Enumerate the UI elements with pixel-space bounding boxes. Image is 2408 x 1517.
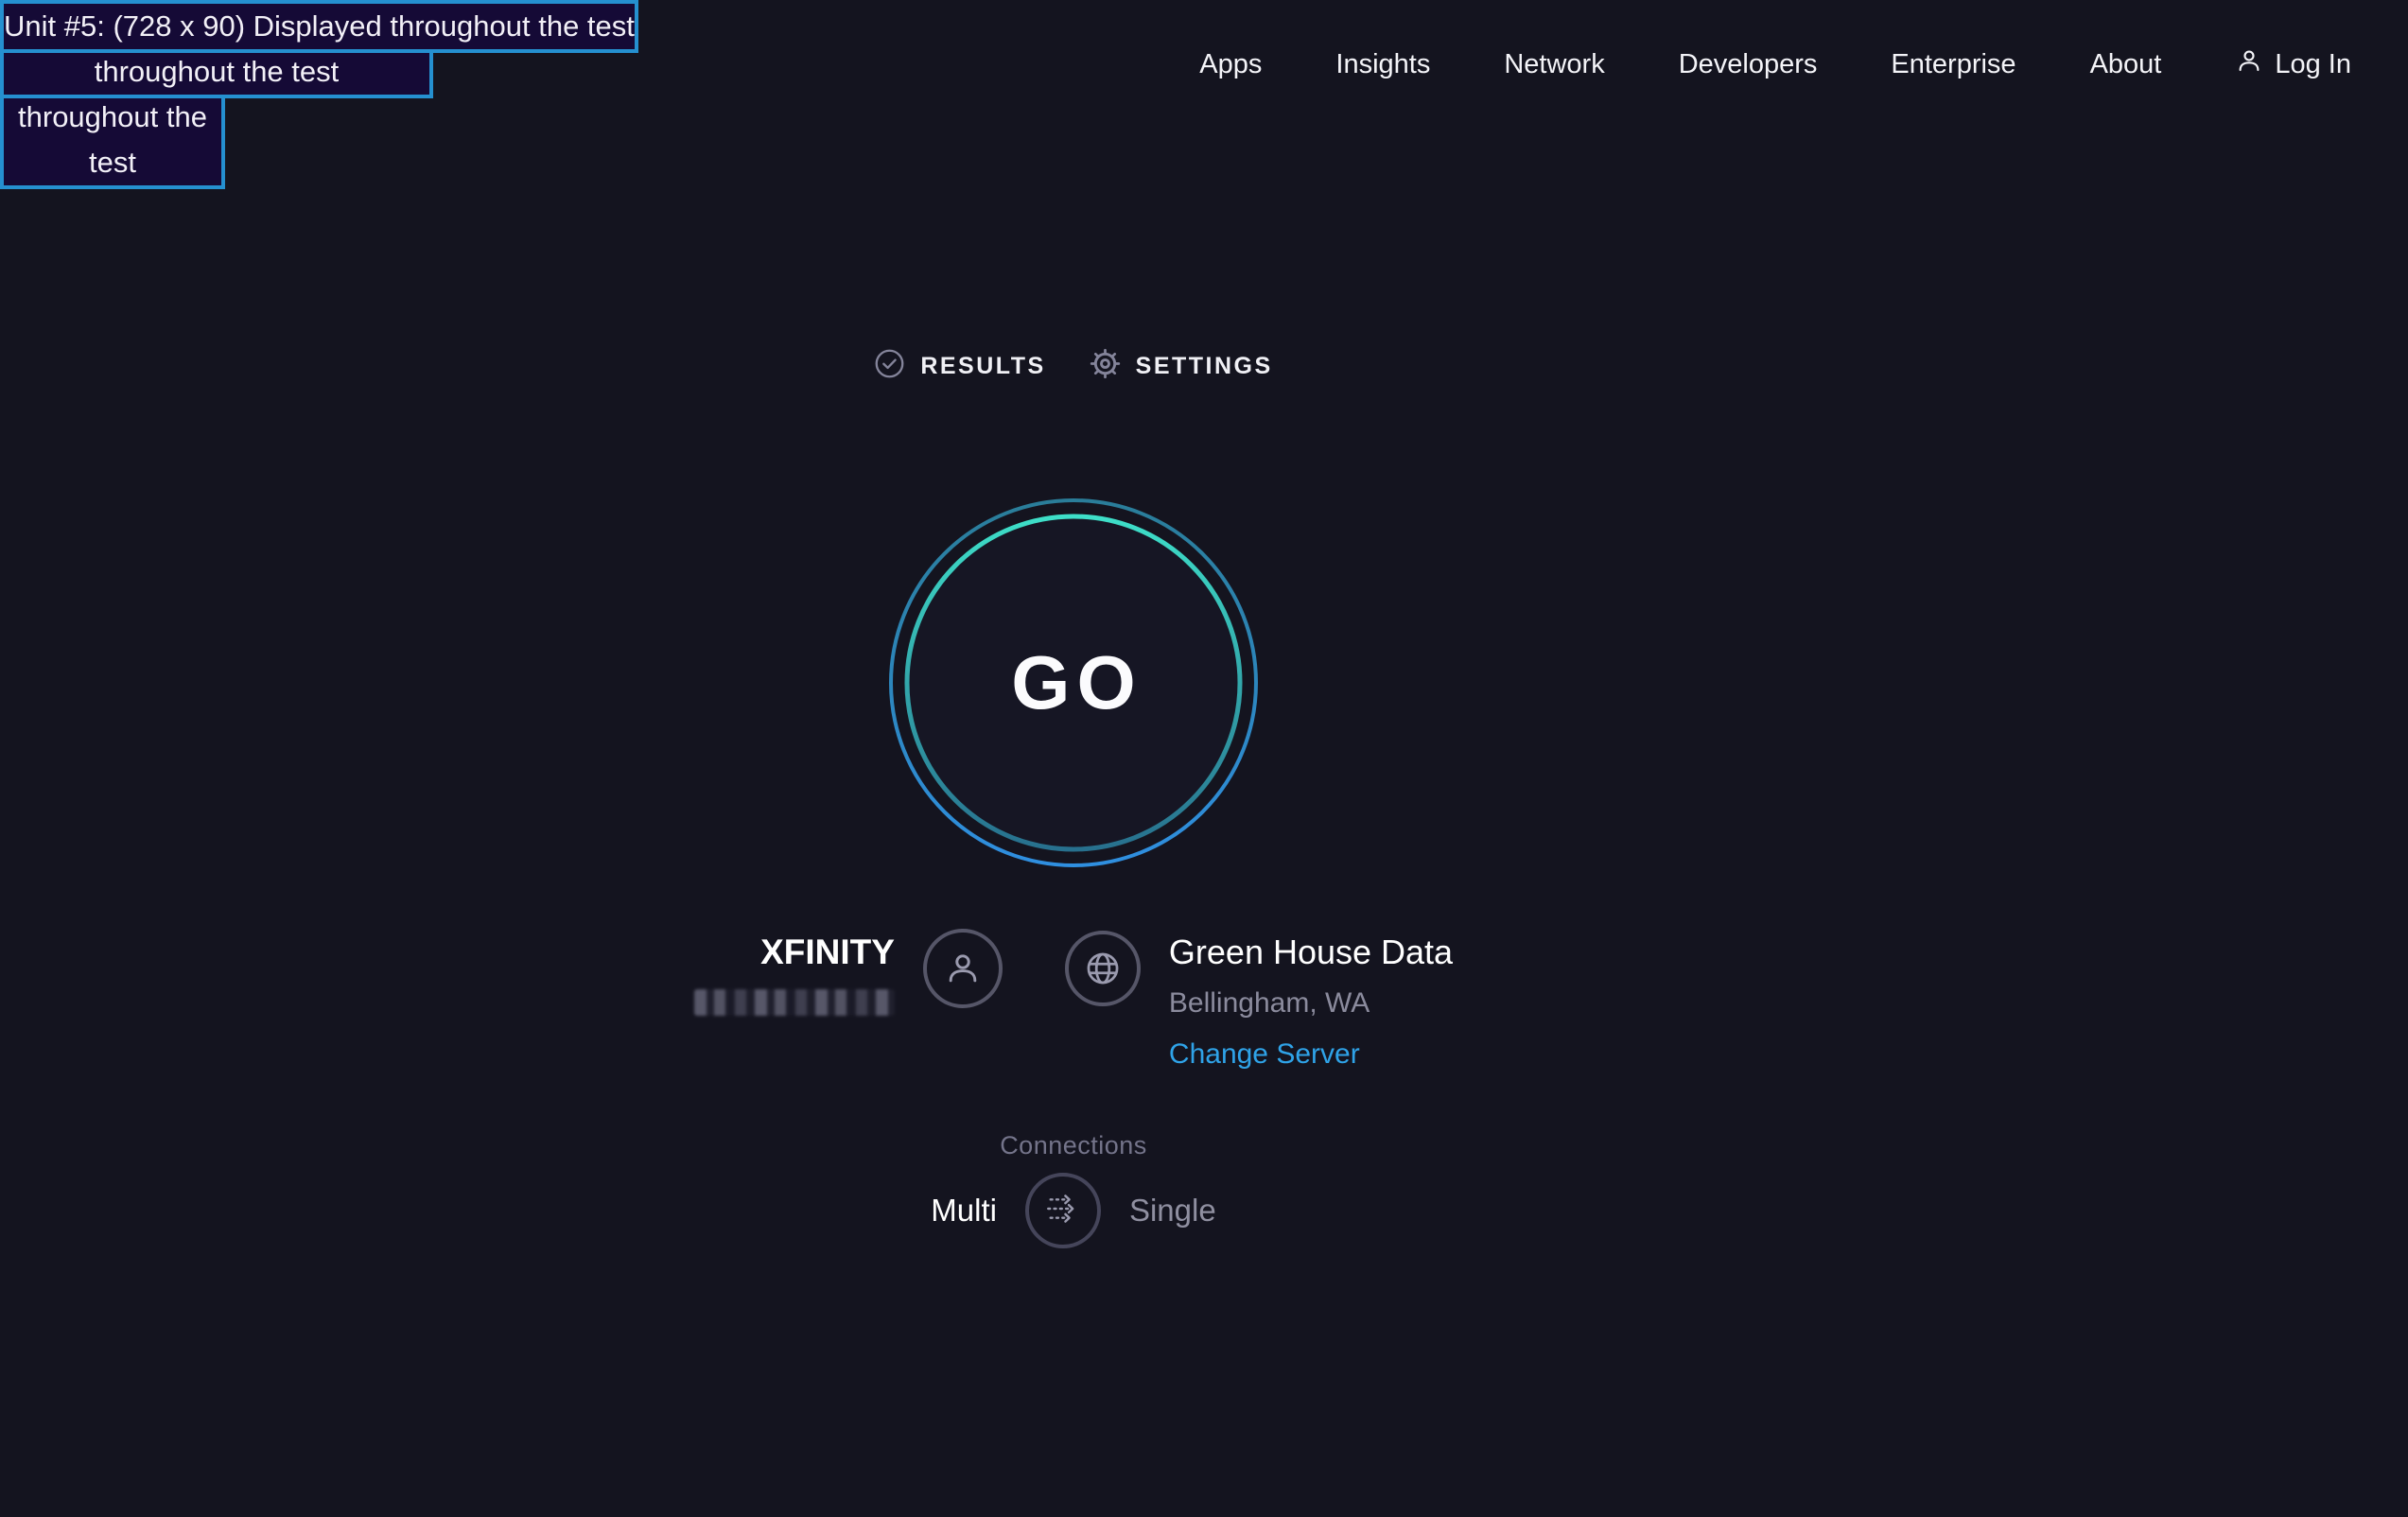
login-label: Log In [2275,49,2351,80]
isp-block: XFINITY [694,929,895,1071]
masked-ip-address [694,989,895,1016]
tab-settings-label: SETTINGS [1136,353,1273,380]
check-circle-icon [874,348,905,384]
nav-item-insights[interactable]: Insights [1335,49,1430,80]
server-location: Bellingham, WA [1169,987,1453,1020]
connections-multi-label[interactable]: Multi [931,1193,997,1229]
main-nav: Apps Insights Network Developers Enterpr… [1199,46,2351,82]
globe-icon [1065,931,1141,1006]
results-settings-tabs: RESULTS SETTINGS [386,333,1761,399]
provider-server-row: XFINITY Green House Data Bellingham, WA … [386,929,1761,1071]
connections-toggle[interactable] [1025,1173,1101,1248]
login-button[interactable]: Log In [2235,46,2351,82]
nav-item-about[interactable]: About [2090,49,2162,80]
nav-item-apps[interactable]: Apps [1199,49,1262,80]
connections-row: Multi Single [386,1173,1761,1248]
connections-single-label[interactable]: Single [1129,1193,1216,1229]
server-name: Green House Data [1169,933,1453,972]
isp-user-icon [923,929,1003,1008]
go-button[interactable]: GO [887,497,1260,869]
user-icon [2235,46,2263,82]
isp-name: XFINITY [694,933,895,972]
connections-label: Connections [386,1131,1761,1160]
ad-unit-5-text: Unit #5: (728 x 90) Displayed throughout… [4,4,635,49]
gear-icon [1090,348,1121,384]
multi-arrows-icon [1041,1187,1085,1235]
change-server-link[interactable]: Change Server [1169,1038,1360,1071]
nav-item-enterprise[interactable]: Enterprise [1891,49,2015,80]
ad-unit-5-leaderboard: Unit #5: (728 x 90) Displayed throughout… [0,0,638,53]
tab-results[interactable]: RESULTS [874,348,1045,384]
tab-settings[interactable]: SETTINGS [1090,348,1273,384]
server-block: Green House Data Bellingham, WA Change S… [1169,929,1453,1071]
nav-item-network[interactable]: Network [1504,49,1604,80]
tab-results-label: RESULTS [920,353,1045,380]
go-button-label: GO [887,497,1260,869]
nav-item-developers[interactable]: Developers [1679,49,1818,80]
